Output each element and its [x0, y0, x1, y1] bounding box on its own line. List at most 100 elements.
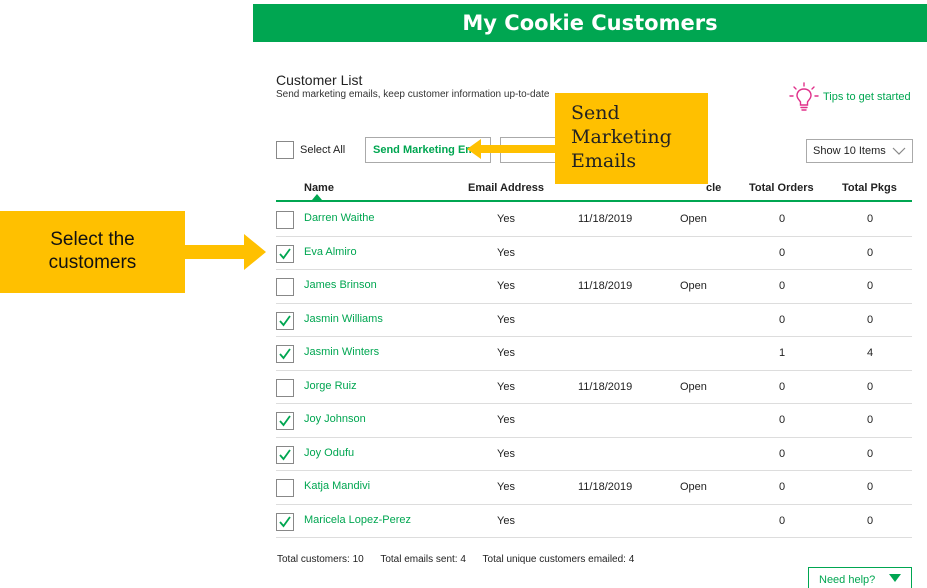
total-unique-customers-emailed: Total unique customers emailed: 4 — [482, 554, 635, 565]
customer-name-link[interactable]: Eva Almiro — [304, 246, 357, 258]
total-orders-cell: 0 — [779, 213, 786, 225]
need-help-label: Need help? — [819, 574, 876, 586]
status-cell: Open — [680, 280, 707, 292]
total-pkgs-cell: 0 — [867, 380, 874, 393]
date-cell: 11/18/2019 — [578, 280, 633, 292]
total-orders-cell: 0 — [779, 380, 786, 393]
checkmark-icon — [279, 348, 291, 360]
triangle-down-icon — [889, 574, 901, 582]
email-address-cell: Yes — [497, 280, 515, 292]
table-row[interactable]: Darren Waithe Yes 11/18/2019 Open 0 0 — [276, 203, 912, 237]
total-orders-cell: 0 — [779, 414, 786, 426]
table-row[interactable]: Maricela Lopez-Perez Yes 0 0 — [276, 505, 912, 538]
chevron-down-icon — [892, 147, 906, 155]
customer-list-subtitle: Send marketing emails, keep customer inf… — [276, 89, 550, 100]
table-row[interactable]: Jasmin Winters Yes 1 4 — [276, 337, 912, 371]
table-row[interactable]: Katja Mandivi Yes 11/18/2019 Open 0 0 — [276, 471, 912, 505]
totals-summary: Total customers: 10 Total emails sent: 4… — [277, 554, 648, 565]
email-address-cell: Yes — [497, 481, 515, 493]
row-checkbox[interactable] — [276, 512, 294, 531]
select-all-checkbox[interactable] — [276, 141, 294, 159]
status-cell: Open — [680, 213, 707, 225]
customer-name-link[interactable]: Joy Odufu — [304, 447, 354, 459]
status-cell: Open — [680, 481, 707, 493]
select-all-label: Select All — [300, 144, 346, 156]
arrow-left-icon — [467, 139, 559, 159]
show-items-select[interactable]: Show 10 Items — [806, 139, 913, 163]
email-address-cell: Yes — [497, 347, 515, 359]
row-checkbox[interactable] — [276, 378, 294, 397]
total-pkgs-cell: 0 — [867, 246, 874, 259]
customer-name-link[interactable]: James Brinson — [304, 279, 377, 291]
tips-link[interactable]: Tips to get started — [789, 82, 911, 112]
page-title: My Cookie Customers — [462, 11, 718, 35]
customer-name-link[interactable]: Jasmin Williams — [304, 313, 383, 325]
email-address-cell: Yes — [497, 246, 515, 259]
column-header-total-orders[interactable]: Total Orders — [749, 182, 814, 194]
email-address-cell: Yes — [497, 414, 515, 426]
total-pkgs-cell: 0 — [867, 514, 874, 527]
total-orders-cell: 0 — [779, 246, 786, 259]
email-address-cell: Yes — [497, 514, 515, 527]
total-orders-cell: 1 — [779, 347, 786, 359]
date-cell: 11/18/2019 — [578, 213, 633, 225]
total-orders-cell: 0 — [779, 514, 786, 527]
row-checkbox[interactable] — [276, 311, 294, 330]
total-orders-cell: 0 — [779, 313, 786, 326]
customer-name-link[interactable]: Jorge Ruiz — [304, 380, 357, 392]
select-all[interactable]: Select All — [276, 141, 345, 159]
row-checkbox[interactable] — [276, 345, 294, 363]
total-pkgs-cell: 0 — [867, 313, 874, 326]
callout-line: customers — [48, 252, 137, 273]
row-checkbox[interactable] — [276, 244, 294, 263]
total-orders-cell: 0 — [779, 481, 786, 493]
email-address-cell: Yes — [497, 313, 515, 326]
callout-select-customers: Select the customers — [0, 211, 185, 293]
column-header-total-pkgs[interactable]: Total Pkgs — [842, 182, 897, 194]
tips-label[interactable]: Tips to get started — [823, 91, 911, 103]
column-header-name[interactable]: Name — [304, 182, 334, 194]
customer-name-link[interactable]: Joy Johnson — [304, 413, 366, 425]
callout-line: Select the — [50, 229, 135, 250]
row-checkbox[interactable] — [276, 445, 294, 464]
email-address-cell: Yes — [497, 213, 515, 225]
total-pkgs-cell: 0 — [867, 280, 874, 292]
sort-ascending-icon — [312, 194, 322, 200]
total-pkgs-cell: 4 — [867, 347, 874, 359]
page-header: My Cookie Customers — [253, 4, 927, 42]
lightbulb-icon — [789, 82, 819, 111]
checkmark-icon — [279, 448, 291, 460]
total-pkgs-cell: 0 — [867, 481, 874, 493]
column-header-email[interactable]: Email Address — [468, 182, 544, 194]
column-header-status[interactable]: cle — [706, 182, 721, 194]
table-row[interactable]: Joy Odufu Yes 0 0 — [276, 438, 912, 471]
show-items-value: Show 10 Items — [813, 145, 886, 157]
total-pkgs-cell: 0 — [867, 414, 874, 426]
row-checkbox[interactable] — [276, 412, 294, 430]
customer-list-title: Customer List — [276, 72, 363, 88]
callout-line: Send — [571, 102, 620, 124]
customer-name-link[interactable]: Katja Mandivi — [304, 480, 370, 492]
table-row[interactable]: Joy Johnson Yes 0 0 — [276, 404, 912, 438]
row-checkbox[interactable] — [276, 479, 294, 497]
table-row[interactable]: James Brinson Yes 11/18/2019 Open 0 0 — [276, 270, 912, 304]
customer-name-link[interactable]: Maricela Lopez-Perez — [304, 514, 411, 526]
checkmark-icon — [279, 515, 291, 527]
total-pkgs-cell: 0 — [867, 447, 874, 460]
total-emails-sent: Total emails sent: 4 — [380, 554, 466, 565]
checkmark-icon — [279, 314, 291, 326]
table-row[interactable]: Jasmin Williams Yes 0 0 — [276, 304, 912, 337]
email-address-cell: Yes — [497, 447, 515, 460]
total-orders-cell: 0 — [779, 447, 786, 460]
email-address-cell: Yes — [497, 380, 515, 393]
customer-name-link[interactable]: Darren Waithe — [304, 212, 375, 224]
row-checkbox[interactable] — [276, 278, 294, 296]
checkmark-icon — [279, 247, 291, 259]
callout-line: Emails — [571, 150, 637, 172]
row-checkbox[interactable] — [276, 211, 294, 229]
callout-send-marketing-emails: Send Marketing Emails — [555, 93, 708, 184]
table-row[interactable]: Jorge Ruiz Yes 11/18/2019 Open 0 0 — [276, 371, 912, 404]
need-help-button[interactable]: Need help? — [808, 567, 912, 588]
table-row[interactable]: Eva Almiro Yes 0 0 — [276, 237, 912, 270]
customer-name-link[interactable]: Jasmin Winters — [304, 346, 379, 358]
